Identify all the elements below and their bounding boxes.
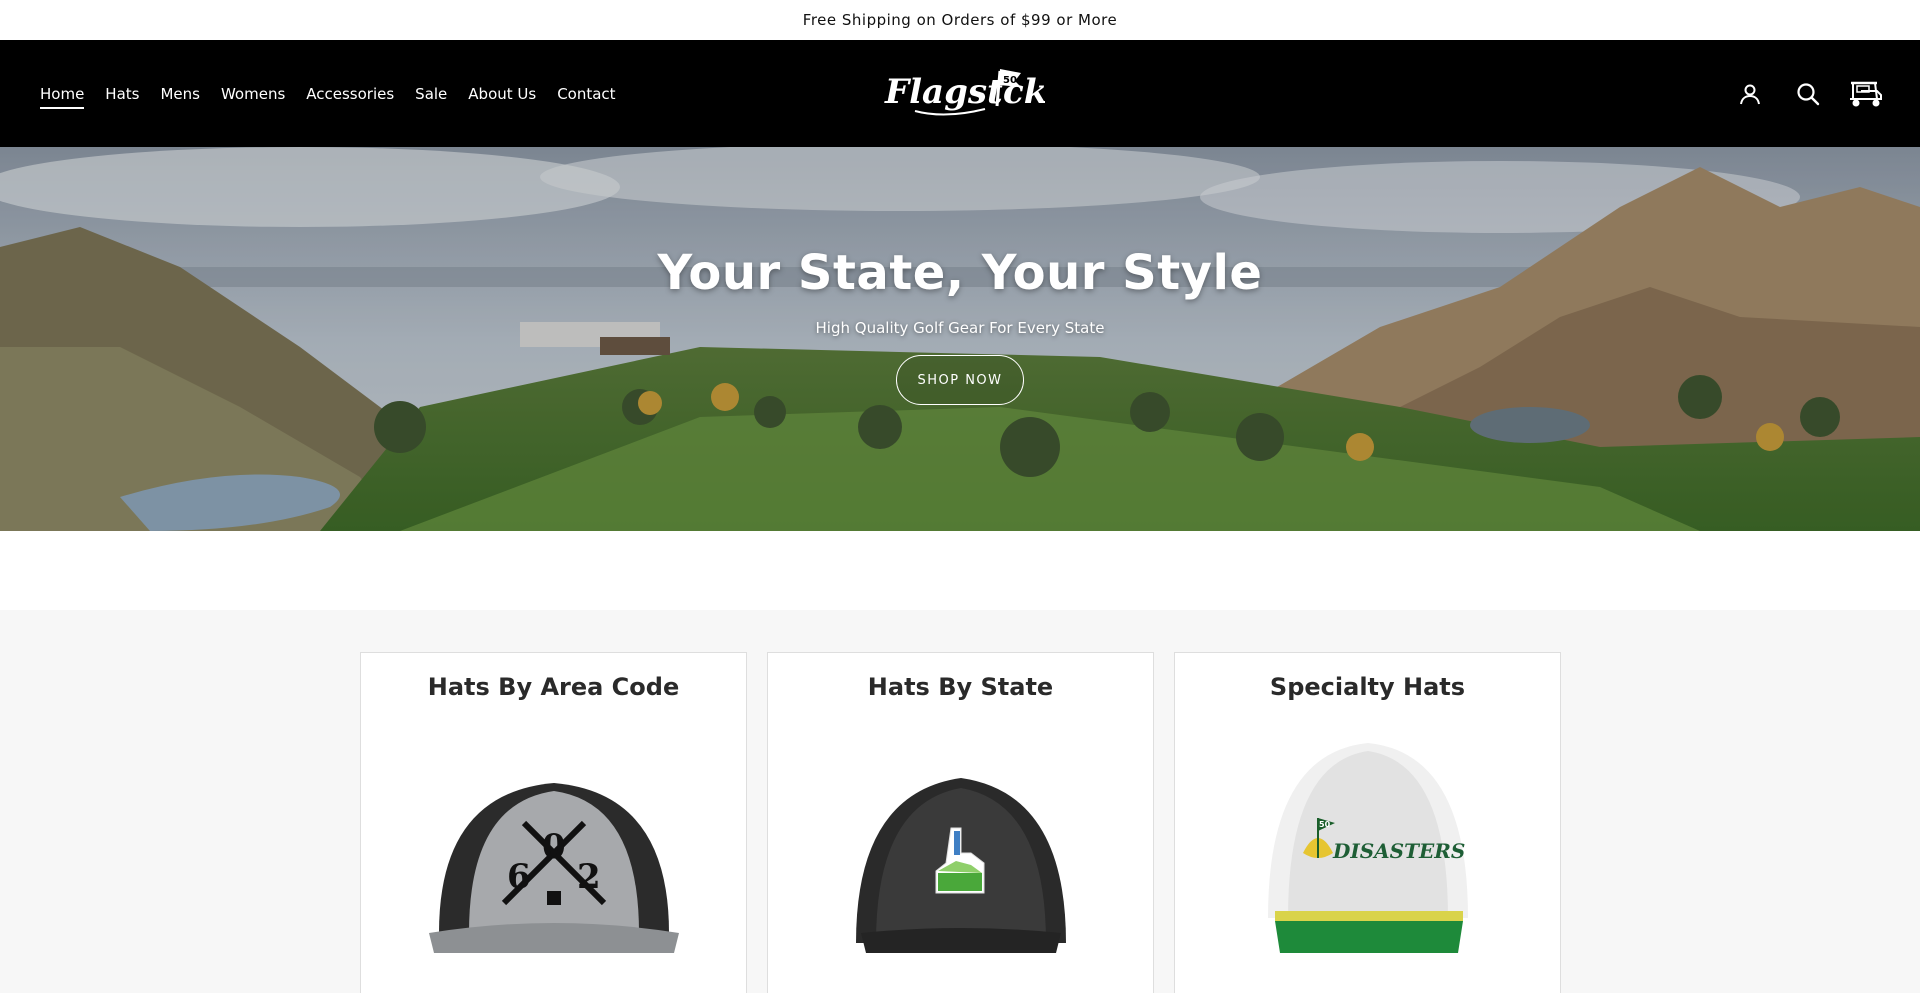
specialty-logo-text: DISASTERS	[1332, 839, 1465, 863]
account-icon[interactable]	[1730, 74, 1770, 114]
main-nav: Home Hats Mens Womens Accessories Sale A…	[40, 40, 637, 147]
site-header: Home Hats Mens Womens Accessories Sale A…	[0, 40, 1920, 147]
hero-content: Your State, Your Style High Quality Golf…	[0, 147, 1920, 531]
collection-card-area-code[interactable]: Hats By Area Code 6 0 2	[360, 652, 747, 993]
collection-card-state[interactable]: Hats By State	[767, 652, 1154, 993]
search-icon[interactable]	[1788, 74, 1828, 114]
nav-contact[interactable]: Contact	[557, 79, 615, 109]
hat-image-area-code: 6 0 2	[361, 733, 746, 953]
nav-about-us[interactable]: About Us	[468, 79, 536, 109]
header-icons	[1730, 40, 1886, 147]
shop-now-button[interactable]: SHOP NOW	[896, 355, 1024, 405]
collections-section: Hats By Area Code 6 0 2 Hats By State Sp…	[0, 610, 1920, 993]
hero-title: Your State, Your Style	[657, 245, 1263, 301]
svg-text:50: 50	[1003, 75, 1017, 86]
collection-title: Hats By State	[867, 673, 1054, 701]
flagstick-logo: Flagst ck 50	[884, 68, 1047, 116]
hero-banner: Your State, Your Style High Quality Golf…	[0, 147, 1920, 531]
nav-sale[interactable]: Sale	[415, 79, 447, 109]
collection-title: Hats By Area Code	[427, 673, 680, 701]
cart-icon[interactable]	[1846, 74, 1886, 114]
area-code-digit-3: 2	[577, 857, 601, 897]
nav-womens[interactable]: Womens	[221, 79, 285, 109]
announcement-text: Free Shipping on Orders of $99 or More	[802, 11, 1118, 29]
collection-cards: Hats By Area Code 6 0 2 Hats By State Sp…	[360, 652, 1561, 993]
specialty-flag-number: 50	[1319, 820, 1331, 829]
announcement-bar: Free Shipping on Orders of $99 or More	[0, 0, 1920, 40]
collection-title: Specialty Hats	[1269, 673, 1466, 701]
area-code-digit-1: 6	[507, 857, 531, 897]
site-logo[interactable]: Flagst ck 50	[875, 59, 1047, 129]
collection-card-specialty[interactable]: Specialty Hats 50 DISASTERS	[1174, 652, 1561, 993]
svg-text:Flagst: Flagst	[884, 72, 1003, 112]
hat-image-state	[768, 733, 1153, 953]
nav-accessories[interactable]: Accessories	[306, 79, 394, 109]
hero-subtitle: High Quality Golf Gear For Every State	[815, 319, 1105, 337]
nav-mens[interactable]: Mens	[160, 79, 200, 109]
section-spacer	[0, 531, 1920, 610]
nav-hats[interactable]: Hats	[105, 79, 139, 109]
area-code-digit-2: 0	[542, 827, 566, 867]
nav-home[interactable]: Home	[40, 79, 85, 109]
hat-image-specialty: 50 DISASTERS	[1175, 733, 1560, 953]
